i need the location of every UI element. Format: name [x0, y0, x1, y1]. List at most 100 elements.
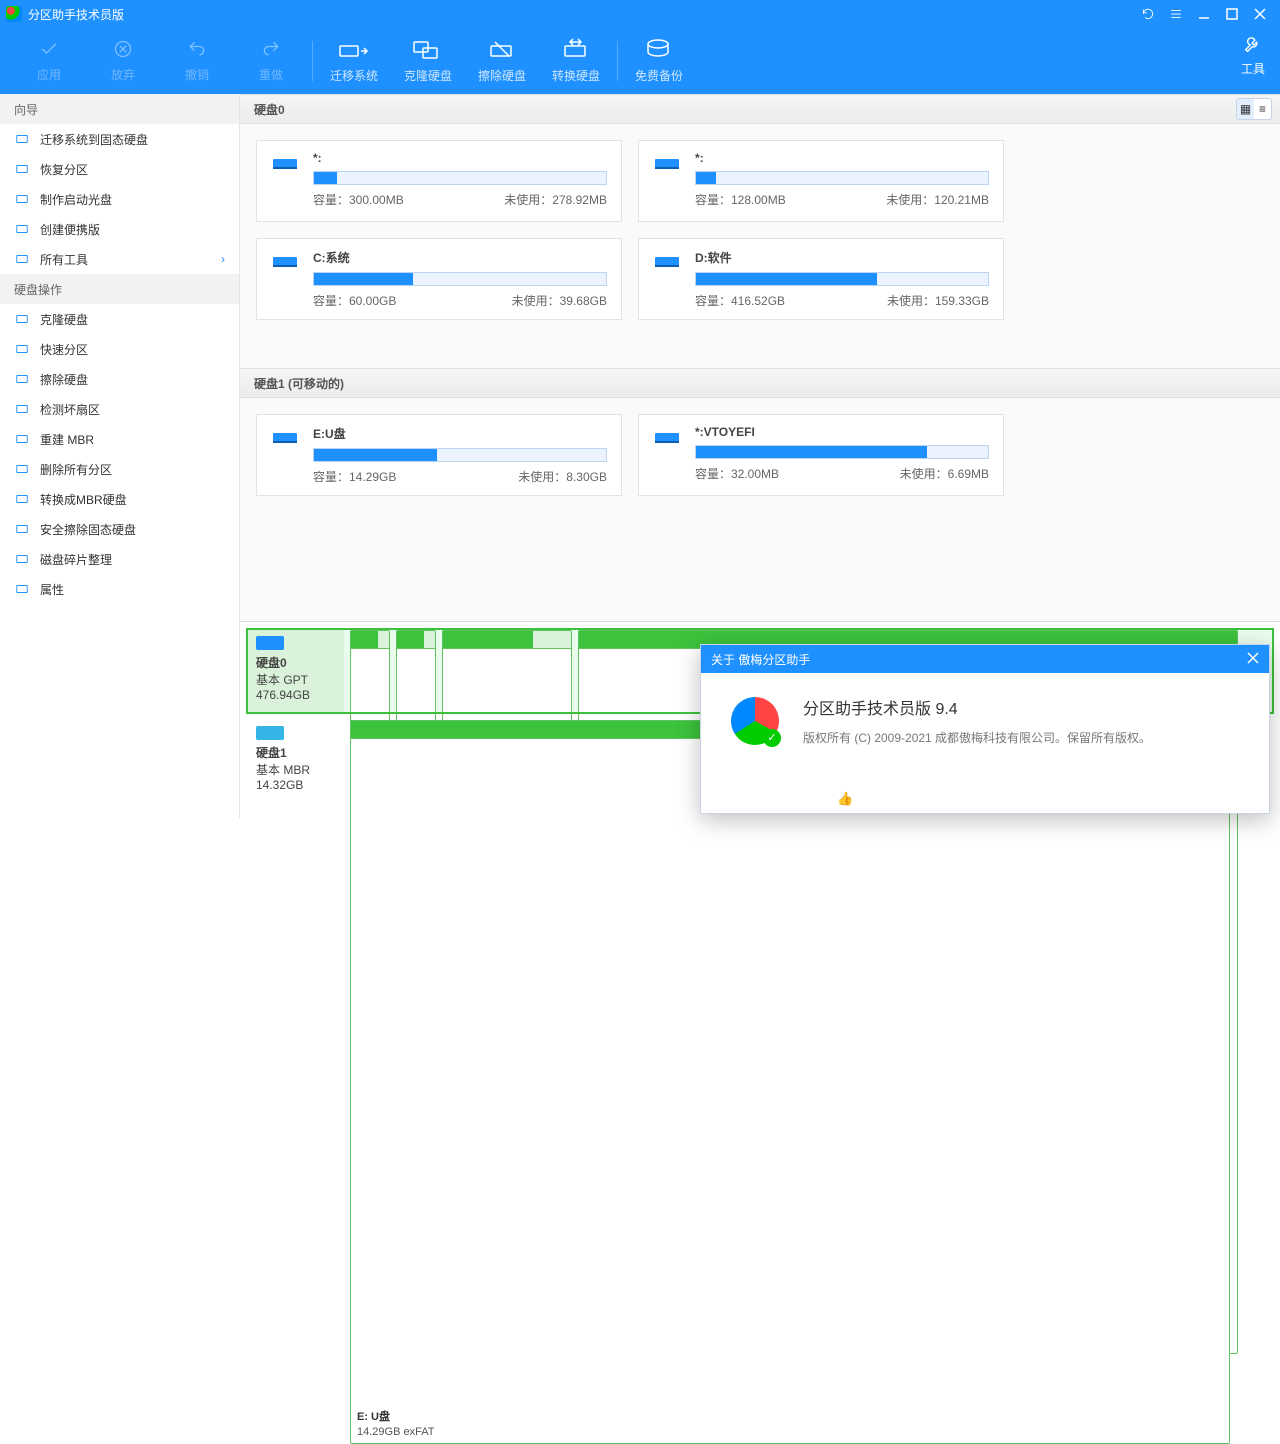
sidebar-item-label: 属性 — [40, 581, 64, 598]
disk1-header: 硬盘1 (可移动的) — [240, 368, 1280, 398]
tile-detail: 14.29GB exFAT — [357, 1426, 434, 1438]
discard-icon — [110, 39, 136, 62]
list-view-icon[interactable]: ≡ — [1254, 99, 1271, 119]
redo-icon — [258, 39, 284, 62]
sidebar-diskop-item[interactable]: 安全擦除固态硬盘 — [0, 514, 239, 544]
about-copyright: 版权所有 (C) 2009-2021 成都傲梅科技有限公司。保留所有版权。 — [803, 729, 1151, 746]
about-close-button[interactable] — [1247, 652, 1259, 667]
menu-icon[interactable] — [1162, 0, 1190, 28]
sidebar-diskop-item[interactable]: 擦除硬盘 — [0, 364, 239, 394]
toolbar-convert-button[interactable]: 转换硬盘 — [539, 31, 613, 91]
tile-bar — [351, 631, 389, 649]
toolbar-label: 擦除硬盘 — [478, 67, 526, 84]
sidebar-diskop-item[interactable]: 快速分区 — [0, 334, 239, 364]
tile-bar — [443, 631, 571, 649]
partition-card[interactable]: D:软件容量：416.52GB未使用：159.33GB — [638, 238, 1004, 320]
sidebar-diskop-item[interactable]: 删除所有分区 — [0, 454, 239, 484]
sidebar-icon — [14, 551, 30, 567]
tools-button[interactable]: 工具 — [1240, 34, 1266, 77]
toolbar: 应用放弃撤销重做迁移系统克隆硬盘擦除硬盘转换硬盘免费备份工具 — [0, 28, 1280, 94]
tools-label: 工具 — [1241, 60, 1265, 77]
toolbar-wipe-button[interactable]: 擦除硬盘 — [465, 31, 539, 91]
sidebar-diskop-item[interactable]: 检测坏扇区 — [0, 394, 239, 424]
capacity-label: 容量：300.00MB — [313, 191, 404, 208]
partition-card[interactable]: *:VTOYEFI容量：32.00MB未使用：6.69MB — [638, 414, 1004, 496]
sidebar-item-label: 检测坏扇区 — [40, 401, 100, 418]
sidebar-guide-item[interactable]: 制作启动光盘 — [0, 184, 239, 214]
toolbar-label: 免费备份 — [635, 67, 683, 84]
unused-label: 未使用：159.33GB — [887, 292, 989, 309]
grid-view-icon[interactable]: ▦ — [1237, 99, 1254, 119]
sidebar-item-label: 重建 MBR — [40, 431, 94, 448]
disk-icon — [256, 726, 284, 740]
view-toggle[interactable]: ▦ ≡ — [1236, 98, 1272, 120]
sidebar-item-label: 迁移系统到固态硬盘 — [40, 131, 148, 148]
capacity-label: 容量：416.52GB — [695, 292, 785, 309]
sidebar-icon — [14, 221, 30, 237]
diskmap-size: 476.94GB — [256, 688, 310, 702]
sidebar-diskop-item[interactable]: 属性 — [0, 574, 239, 604]
sidebar-item-label: 恢复分区 — [40, 161, 88, 178]
sidebar-diskop-item[interactable]: 克隆硬盘 — [0, 304, 239, 334]
diskmap-head[interactable]: 硬盘0基本 GPT476.94GB — [248, 630, 344, 712]
about-dialog: 关于 傲梅分区助手 分区助手技术员版 9.4 版权所有 (C) 2009-202… — [700, 644, 1270, 814]
sidebar-diskop-item[interactable]: 磁盘碎片整理 — [0, 544, 239, 574]
close-button[interactable] — [1246, 0, 1274, 28]
refresh-icon[interactable] — [1134, 0, 1162, 28]
sidebar-guide-item[interactable]: 恢复分区 — [0, 154, 239, 184]
maximize-button[interactable] — [1218, 0, 1246, 28]
sidebar-diskop-item[interactable]: 重建 MBR — [0, 424, 239, 454]
toolbar-clone-button[interactable]: 克隆硬盘 — [391, 31, 465, 91]
sidebar-item-label: 快速分区 — [40, 341, 88, 358]
toolbar-label: 重做 — [259, 66, 283, 83]
unused-label: 未使用：39.68GB — [512, 292, 607, 309]
sidebar-diskop-item[interactable]: 转换成MBR硬盘 — [0, 484, 239, 514]
toolbar-backup-button[interactable]: 免费备份 — [622, 31, 696, 91]
disk-icon — [256, 636, 284, 650]
sidebar-guide-item[interactable]: 创建便携版 — [0, 214, 239, 244]
about-title: 关于 傲梅分区助手 — [711, 651, 810, 668]
diskmap-title: 硬盘1 — [256, 746, 287, 760]
diskmap-tile[interactable]: E: U盘 14.29GB exFAT — [350, 720, 1230, 1444]
convert-icon — [561, 38, 591, 63]
diskmap-title: 硬盘0 — [256, 656, 287, 670]
minimize-button[interactable] — [1190, 0, 1218, 28]
sidebar-item-label: 所有工具 — [40, 251, 88, 268]
partition-name: *:VTOYEFI — [695, 425, 989, 439]
tile-name: E: U盘 — [357, 1411, 390, 1423]
partition-card[interactable]: *:容量：300.00MB未使用：278.92MB — [256, 140, 622, 222]
sidebar-item-label: 安全擦除固态硬盘 — [40, 521, 136, 538]
sidebar-item-label: 转换成MBR硬盘 — [40, 491, 127, 508]
partition-name: E:U盘 — [313, 425, 607, 442]
toolbar-label: 克隆硬盘 — [404, 67, 452, 84]
thumbs-up-icon[interactable]: 👍 — [837, 791, 853, 807]
usage-bar — [313, 171, 607, 185]
sidebar-icon — [14, 431, 30, 447]
drive-icon — [271, 249, 301, 309]
drive-icon — [271, 425, 301, 485]
diskmap-scheme: 基本 MBR — [256, 763, 310, 777]
usage-bar — [695, 445, 989, 459]
capacity-label: 容量：14.29GB — [313, 468, 396, 485]
title-bar: 分区助手技术员版 — [0, 0, 1280, 28]
sidebar-guide-item[interactable]: 所有工具› — [0, 244, 239, 274]
unused-label: 未使用：6.69MB — [900, 465, 989, 482]
undo-icon — [184, 39, 210, 62]
clone-icon — [413, 38, 443, 63]
apply-icon — [36, 39, 62, 62]
sidebar-icon — [14, 161, 30, 177]
toolbar-redo-button: 重做 — [234, 31, 308, 91]
diskmap-head[interactable]: 硬盘1基本 MBR14.32GB — [248, 720, 344, 802]
disk0-header: 硬盘0 — [240, 94, 1280, 124]
partition-name: C:系统 — [313, 249, 607, 266]
toolbar-migrate-button[interactable]: 迁移系统 — [317, 31, 391, 91]
partition-card[interactable]: C:系统容量：60.00GB未使用：39.68GB — [256, 238, 622, 320]
partition-card[interactable]: E:U盘容量：14.29GB未使用：8.30GB — [256, 414, 622, 496]
backup-icon — [644, 38, 674, 63]
usage-bar — [313, 448, 607, 462]
app-title: 分区助手技术员版 — [28, 6, 1134, 23]
tile-bar — [397, 631, 435, 649]
sidebar-icon — [14, 491, 30, 507]
partition-card[interactable]: *:容量：128.00MB未使用：120.21MB — [638, 140, 1004, 222]
sidebar-guide-item[interactable]: 迁移系统到固态硬盘 — [0, 124, 239, 154]
